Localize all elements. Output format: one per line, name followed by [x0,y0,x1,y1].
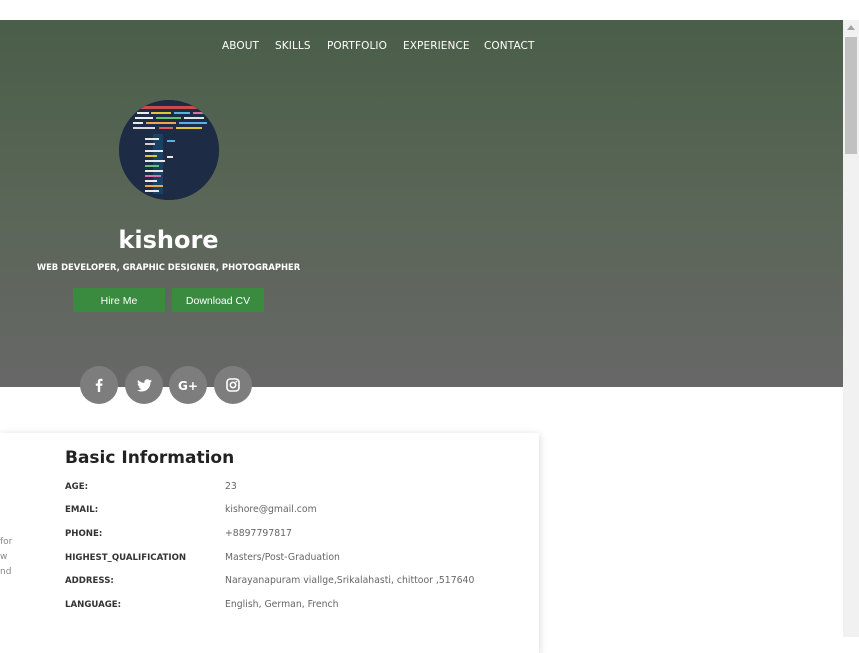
svg-text:G+: G+ [178,379,198,392]
nav-item-about[interactable]: ABOUT [222,40,259,52]
info-label-address: ADDRESS: [65,576,114,586]
twitter-icon [136,378,152,391]
info-value-language: English, German, French [225,599,339,610]
hero-section [0,20,843,387]
scroll-up-arrow-icon[interactable] [847,25,855,30]
google-plus-icon: G+ [178,379,198,392]
nav-item-contact[interactable]: CONTACT [484,40,535,52]
download-cv-button[interactable]: Download CV [172,288,264,312]
basic-info-title: Basic Information [65,448,235,468]
profile-name: kishore [118,226,219,254]
social-twitter-button[interactable] [125,366,163,404]
about-text-fragment-3: nd [0,567,12,577]
info-value-address: Narayanapuram viallge,Srikalahasti, chit… [225,575,475,586]
facebook-icon [95,378,103,392]
main-nav: ABOUT SKILLS PORTFOLIO EXPERIENCE CONTAC… [0,40,843,54]
scrollbar-thumb[interactable] [845,37,857,154]
info-label-qualification: HIGHEST_QUALIFICATION [65,553,187,563]
info-value-qualification: Masters/Post-Graduation [225,552,340,563]
profile-subtitle: WEB DEVELOPER, GRAPHIC DESIGNER, PHOTOGR… [36,262,301,272]
avatar [119,100,219,200]
info-label-language: LANGUAGE: [65,600,122,610]
info-value-age: 23 [225,481,237,492]
social-instagram-button[interactable] [214,366,252,404]
nav-item-skills[interactable]: SKILLS [275,40,311,52]
info-label-phone: PHONE: [65,529,103,539]
instagram-icon [226,378,240,392]
info-value-email: kishore@gmail.com [225,504,317,515]
browser-top-strip [0,0,859,20]
social-google-plus-button[interactable]: G+ [169,366,207,404]
info-value-phone: +8897797817 [225,528,292,539]
info-label-email: EMAIL: [65,505,99,515]
about-text-fragment-1: for [0,537,13,547]
about-text-fragment-2: w [0,552,8,562]
nav-item-experience[interactable]: EXPERIENCE [403,40,470,52]
social-facebook-button[interactable] [80,366,118,404]
info-label-age: AGE: [65,482,89,492]
hire-me-button[interactable]: Hire Me [73,288,165,312]
nav-item-portfolio[interactable]: PORTFOLIO [327,40,387,52]
